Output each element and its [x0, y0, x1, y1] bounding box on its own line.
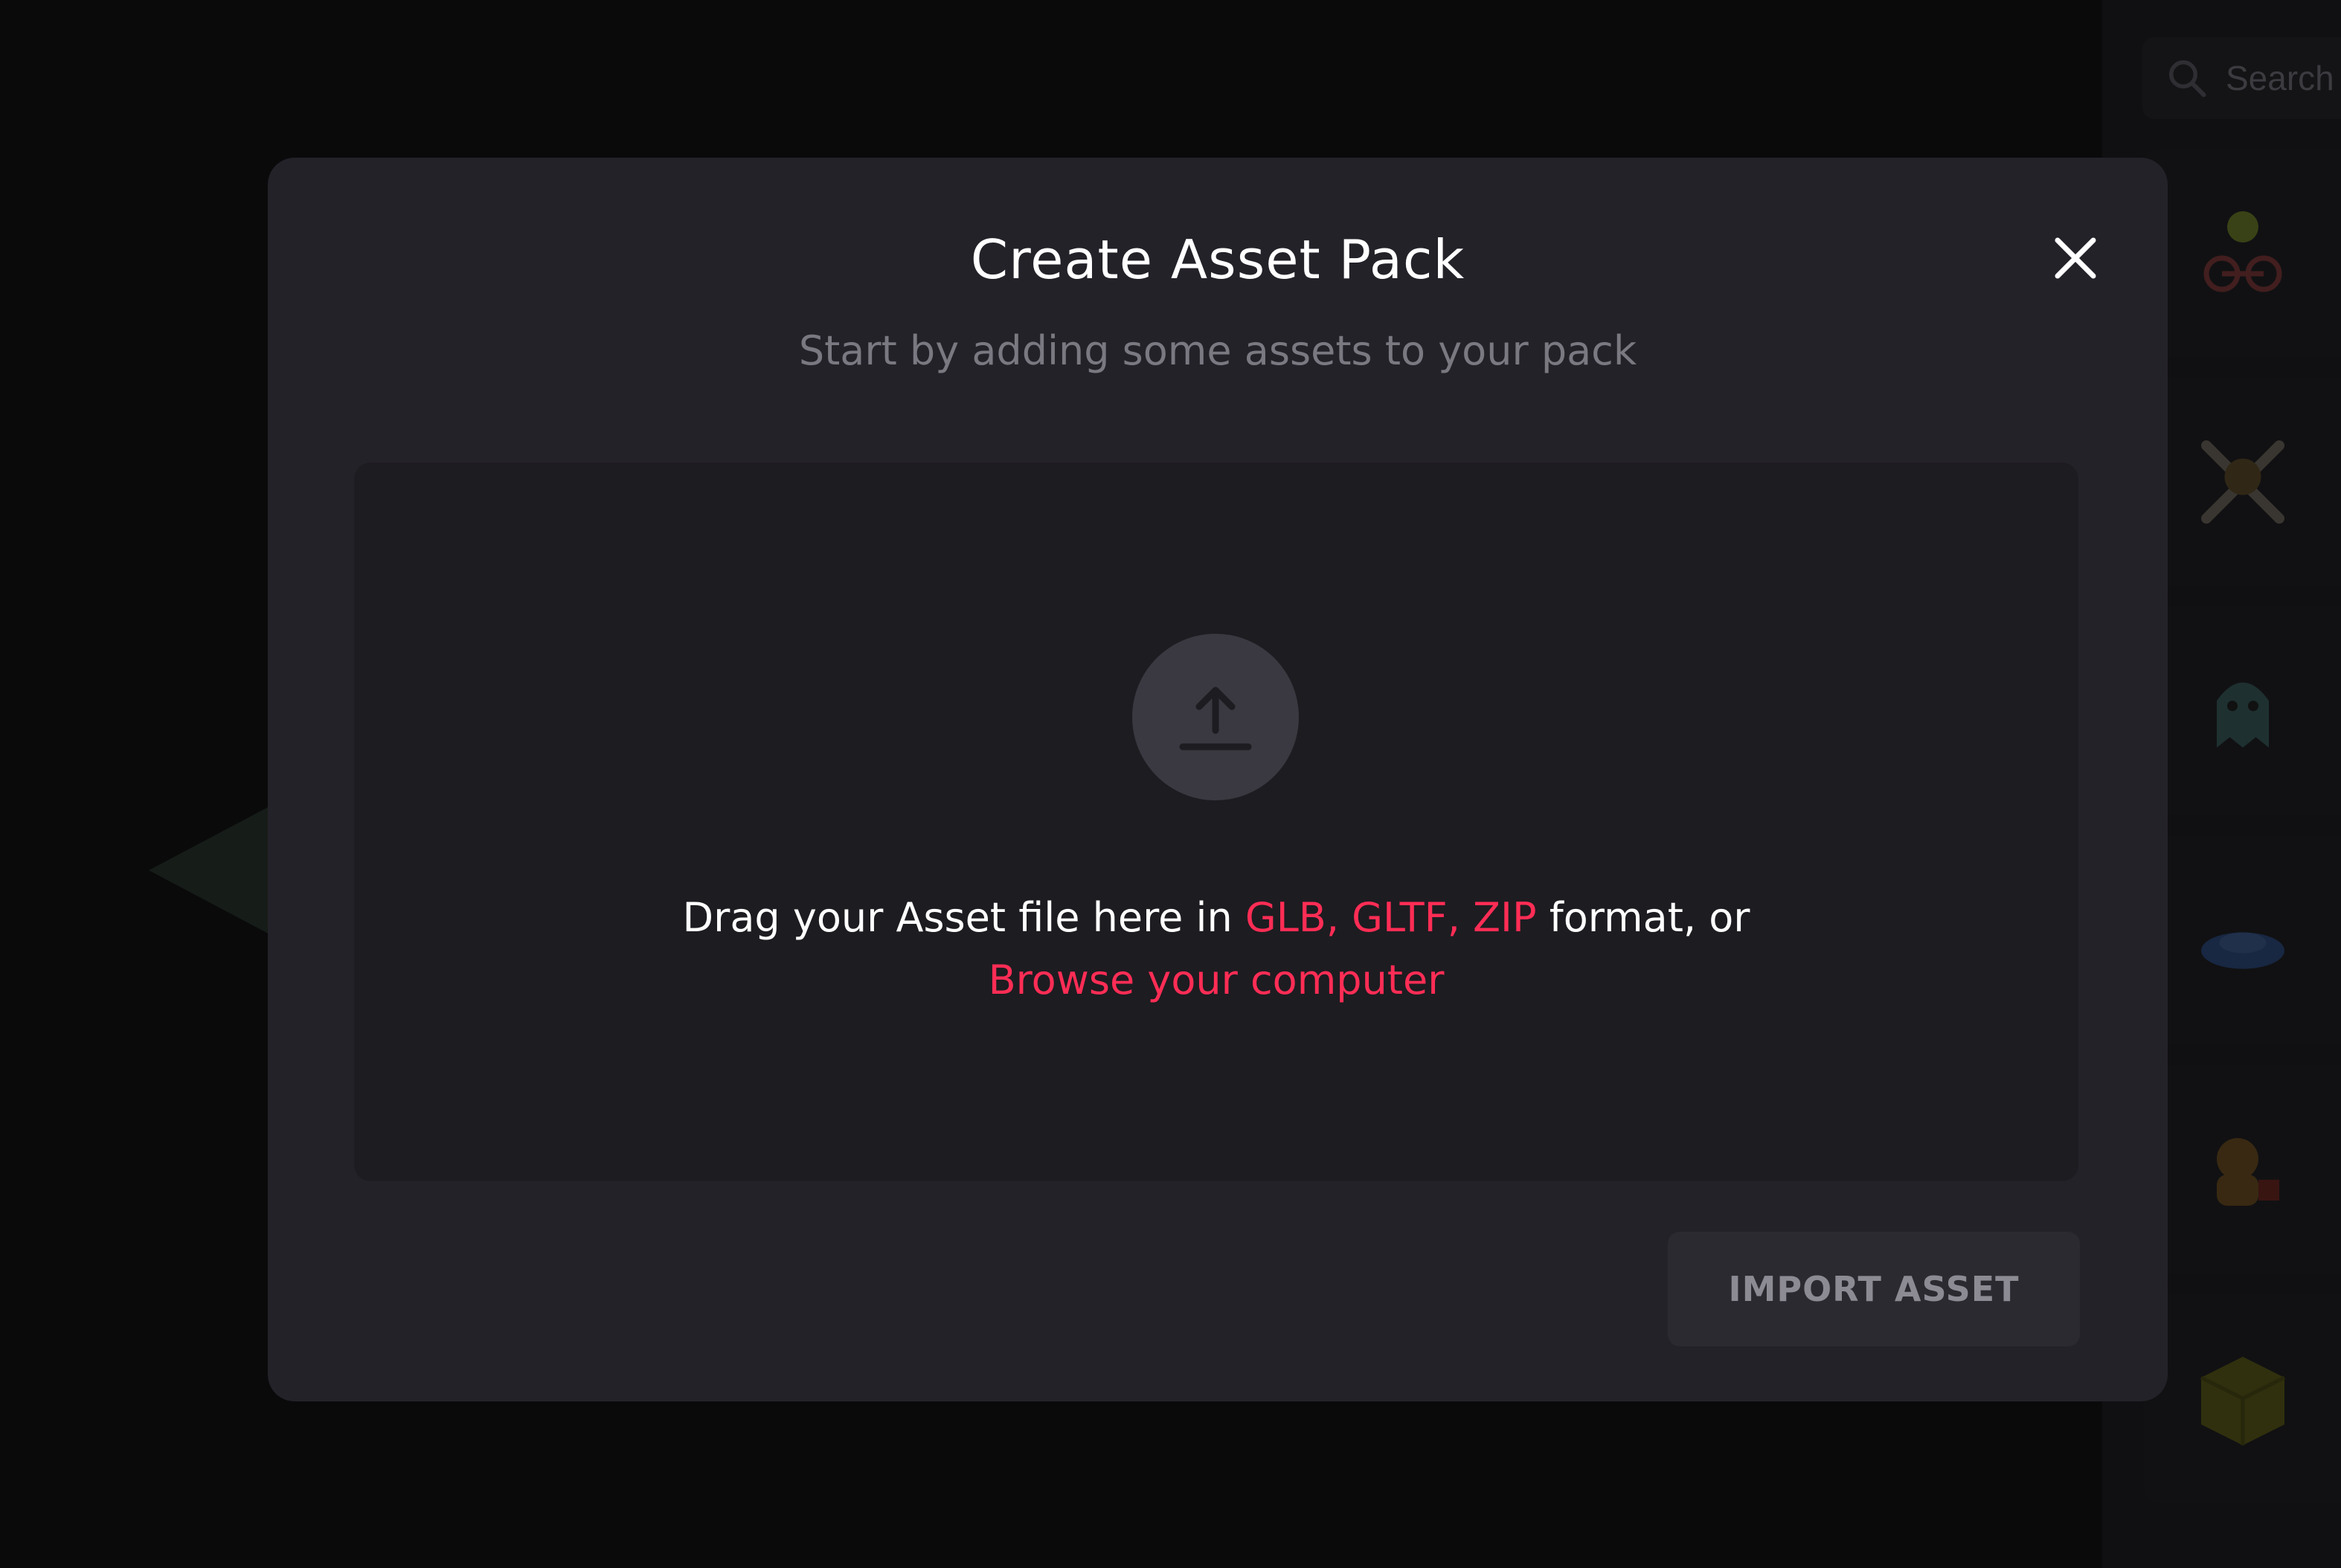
dropzone-instructions: Drag your Asset file here in GLB, GLTF, …	[354, 887, 2078, 1012]
search-icon	[2169, 60, 2206, 97]
modal-title: Create Asset Pack	[970, 228, 1465, 291]
supported-formats: GLB, GLTF, ZIP	[1245, 894, 1537, 941]
search-placeholder: Search	[2226, 59, 2334, 97]
upload-button[interactable]	[1132, 634, 1299, 800]
boat-thumbnail	[2200, 932, 2284, 969]
close-button[interactable]	[2046, 228, 2105, 288]
close-icon	[2055, 237, 2096, 279]
create-asset-pack-modal: Create Asset Pack Start by adding some a…	[268, 158, 2168, 1401]
upload-icon	[1179, 687, 1252, 751]
dropzone-text-before: Drag your Asset file here in	[682, 894, 1245, 941]
flower-bicycle-thumbnail	[2203, 211, 2281, 292]
file-dropzone[interactable]: Drag your Asset file here in GLB, GLTF, …	[354, 463, 2078, 1181]
scene-object	[149, 803, 275, 937]
asset-card[interactable]	[2144, 836, 2341, 1044]
skull-crossbones-thumbnail	[2200, 440, 2284, 524]
asset-card[interactable]	[2144, 149, 2341, 357]
cat-figure-thumbnail	[2216, 1138, 2279, 1206]
browse-computer-link[interactable]: Browse your computer	[989, 957, 1445, 1003]
asset-card[interactable]	[2144, 607, 2341, 815]
dropzone-text-after: format, or	[1536, 894, 1750, 941]
search-input[interactable]: Search	[2142, 37, 2341, 119]
asset-card[interactable]	[2144, 1294, 2341, 1503]
import-asset-button[interactable]: IMPORT ASSET	[1668, 1232, 2080, 1346]
ghost-thumbnail	[2216, 682, 2269, 748]
app-window: Search Create Asset Pack Start by adding…	[0, 0, 2341, 1568]
cube-crate-thumbnail	[2200, 1357, 2285, 1445]
asset-card[interactable]	[2144, 1065, 2341, 1273]
asset-card[interactable]	[2144, 378, 2341, 586]
modal-subtitle: Start by adding some assets to your pack	[798, 327, 1637, 374]
